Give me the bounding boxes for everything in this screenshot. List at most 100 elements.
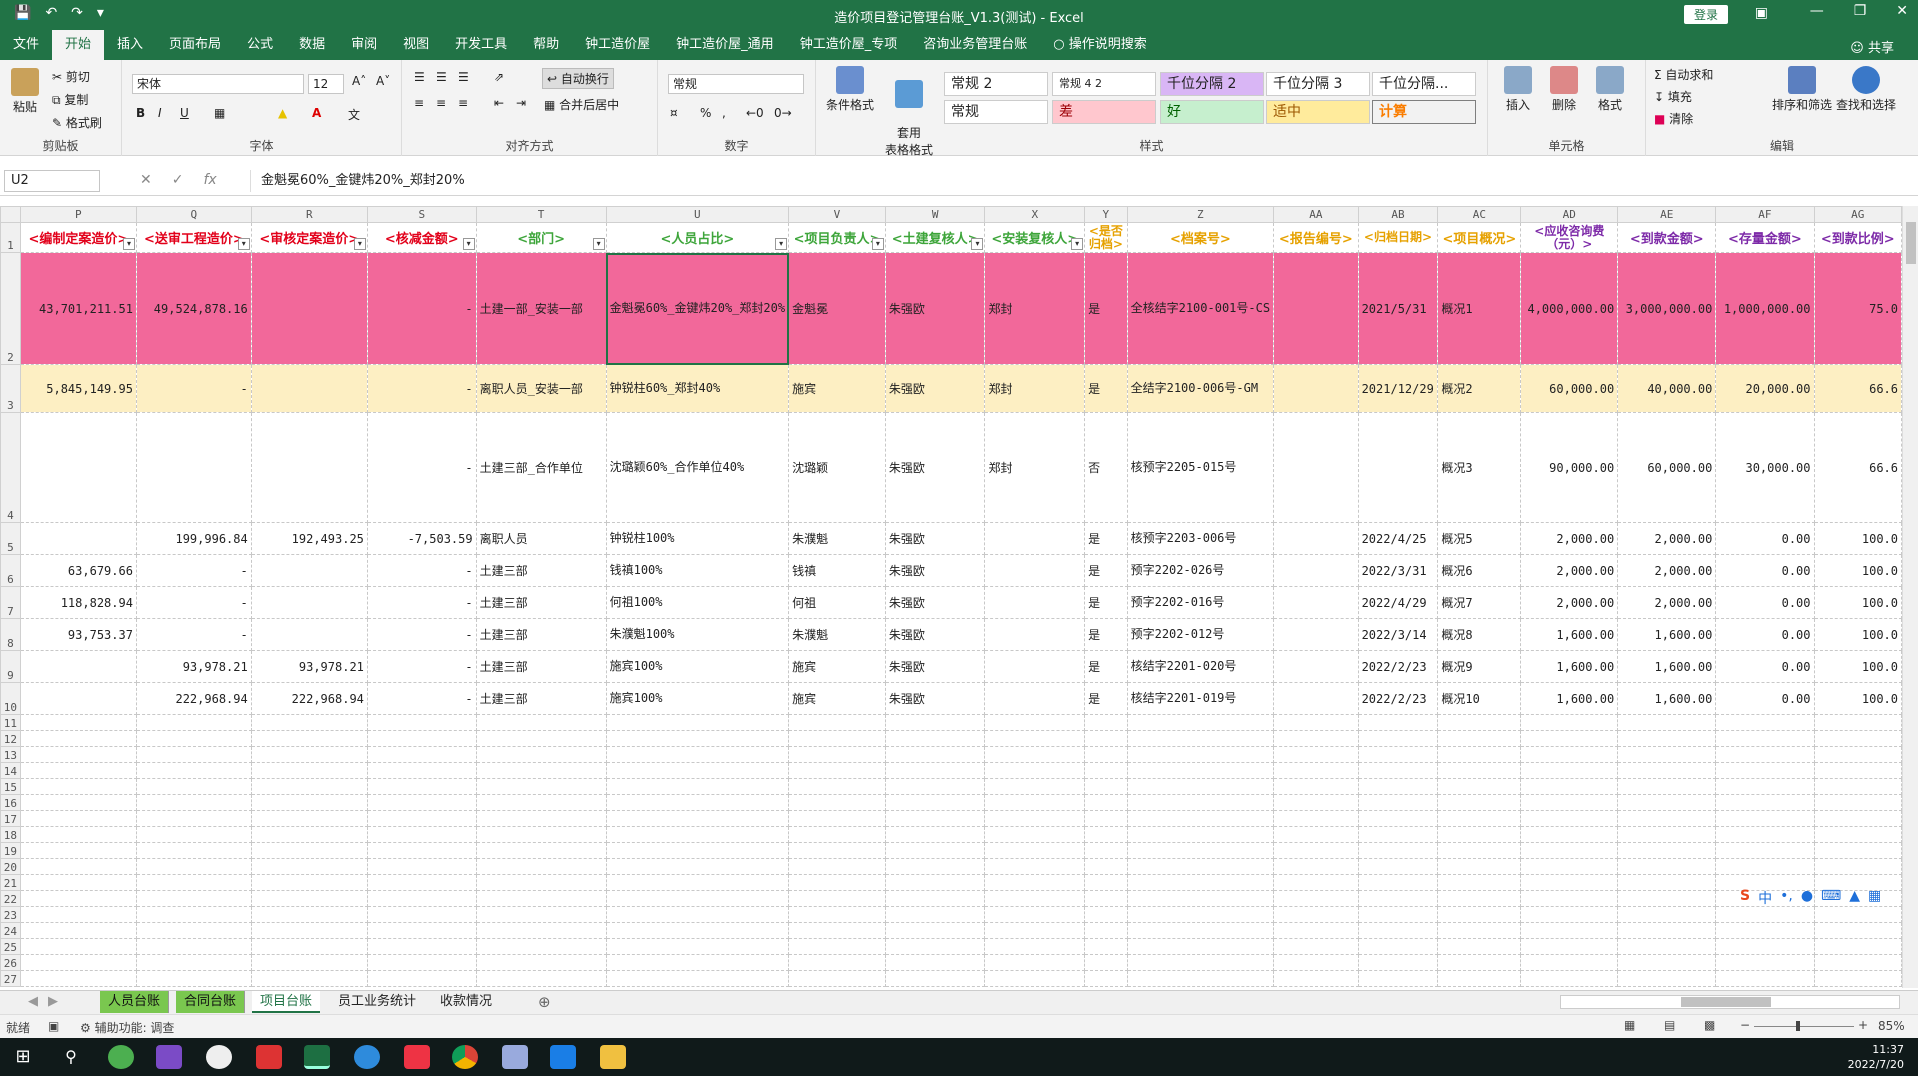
cell[interactable] (788, 890, 886, 907)
cell[interactable] (135, 412, 252, 523)
find-select-button[interactable]: 查找和选择 (1836, 66, 1896, 113)
cell[interactable] (1084, 938, 1128, 955)
cell[interactable] (884, 714, 986, 731)
cell[interactable] (884, 858, 986, 875)
cell[interactable]: 4,000,000.00 (1520, 252, 1619, 365)
header-cell[interactable]: <档案号> (1126, 222, 1275, 253)
cell[interactable]: 2,000.00 (1617, 554, 1717, 587)
cell[interactable]: 郑封 (984, 412, 1086, 523)
row-header[interactable]: 1 (0, 222, 21, 253)
cell[interactable] (1273, 954, 1359, 971)
cell[interactable] (19, 970, 137, 987)
cell[interactable]: 2022/2/23 (1357, 682, 1439, 715)
tab-view[interactable]: 视图 (390, 30, 442, 60)
cell[interactable] (1084, 890, 1128, 907)
cell[interactable] (984, 970, 1086, 987)
style-calculation[interactable]: 计算 (1372, 100, 1476, 124)
cell[interactable]: 118,828.94 (19, 586, 137, 619)
cell[interactable] (1437, 810, 1522, 827)
cell[interactable] (1617, 778, 1717, 795)
cell[interactable] (984, 746, 1086, 763)
cell[interactable] (884, 874, 986, 891)
row-header[interactable]: 19 (0, 842, 21, 859)
cell[interactable] (788, 842, 886, 859)
row-header[interactable]: 24 (0, 922, 21, 939)
cell[interactable]: 2022/4/29 (1357, 586, 1439, 619)
cell[interactable] (135, 922, 252, 939)
cell[interactable] (788, 730, 886, 747)
cell[interactable] (135, 714, 252, 731)
grow-font-icon[interactable]: A˄ (352, 74, 366, 88)
cell[interactable]: 3,000,000.00 (1617, 252, 1717, 365)
cell[interactable] (366, 730, 477, 747)
cell[interactable]: 施宾100% (605, 682, 790, 715)
cell[interactable] (1273, 922, 1359, 939)
cell[interactable] (1357, 922, 1439, 939)
cell[interactable] (19, 810, 137, 827)
cell[interactable] (475, 810, 607, 827)
tab-review[interactable]: 审阅 (338, 30, 390, 60)
cell[interactable] (984, 938, 1086, 955)
tab-file[interactable]: 文件 (0, 30, 52, 60)
cell[interactable] (1715, 970, 1815, 987)
cell[interactable] (1437, 922, 1522, 939)
cell[interactable]: 全核结字2100-001号-CS (1126, 252, 1275, 365)
sheet-tab-contracts[interactable]: 合同台账 (176, 991, 246, 1013)
cell[interactable] (1617, 906, 1717, 923)
cell[interactable] (605, 794, 790, 811)
cell[interactable] (1813, 746, 1902, 763)
autosum-button[interactable]: Σ 自动求和 (1654, 66, 1713, 83)
system-clock[interactable]: 11:37 2022/7/20 (1848, 1042, 1904, 1072)
col-header[interactable]: Z (1126, 206, 1275, 223)
cell[interactable] (135, 794, 252, 811)
cell[interactable] (250, 586, 368, 619)
col-header[interactable]: V (788, 206, 886, 223)
cell[interactable]: 钱禛100% (605, 554, 790, 587)
zoom-in-icon[interactable]: + (1858, 1018, 1868, 1032)
cell[interactable] (984, 618, 1086, 651)
cell[interactable]: 100.0 (1813, 650, 1902, 683)
cell[interactable]: - (366, 682, 477, 715)
cell[interactable] (1126, 810, 1275, 827)
cell[interactable]: 192,493.25 (250, 522, 368, 555)
fill-button[interactable]: ↧ 填充 (1654, 88, 1692, 105)
cell[interactable] (788, 954, 886, 971)
underline-button[interactable]: U (180, 106, 189, 120)
cut-button[interactable]: ✂ 剪切 (52, 68, 90, 85)
cell[interactable] (984, 890, 1086, 907)
zoom-level[interactable]: 85% (1878, 1019, 1905, 1033)
cell[interactable] (1126, 794, 1275, 811)
cell[interactable] (366, 954, 477, 971)
col-header[interactable]: AD (1520, 206, 1619, 223)
cell[interactable] (1520, 954, 1619, 971)
row-header[interactable]: 12 (0, 730, 21, 747)
cell[interactable] (884, 746, 986, 763)
cell[interactable] (1437, 906, 1522, 923)
cell[interactable] (1126, 858, 1275, 875)
cell[interactable]: 2,000.00 (1617, 586, 1717, 619)
cell[interactable] (984, 842, 1086, 859)
header-cell[interactable]: <土建复核人> ▾ (884, 222, 986, 253)
cell[interactable] (1357, 794, 1439, 811)
row-header[interactable]: 14 (0, 762, 21, 779)
cell[interactable]: 43,701,211.51 (19, 252, 137, 365)
cell[interactable] (1520, 746, 1619, 763)
cell[interactable] (475, 874, 607, 891)
sheet-tab-employee-stats[interactable]: 员工业务统计 (330, 991, 424, 1013)
cell[interactable] (1273, 762, 1359, 779)
cell[interactable]: 75.0 (1813, 252, 1902, 365)
login-button[interactable]: 登录 (1683, 5, 1728, 24)
col-header[interactable]: AF (1715, 206, 1815, 223)
cell[interactable] (1520, 890, 1619, 907)
filter-dropdown-icon[interactable]: ▾ (237, 238, 250, 250)
file-explorer-icon[interactable] (600, 1045, 626, 1069)
increase-decimal-icon[interactable]: ←0 (746, 106, 764, 120)
cell[interactable] (788, 874, 886, 891)
cancel-icon[interactable]: ✕ (140, 172, 152, 188)
cell[interactable] (135, 954, 252, 971)
cell[interactable]: - (135, 364, 252, 413)
cell[interactable]: 199,996.84 (135, 522, 252, 555)
cell[interactable] (475, 906, 607, 923)
cell[interactable] (135, 906, 252, 923)
name-box[interactable]: U2 (4, 170, 100, 192)
